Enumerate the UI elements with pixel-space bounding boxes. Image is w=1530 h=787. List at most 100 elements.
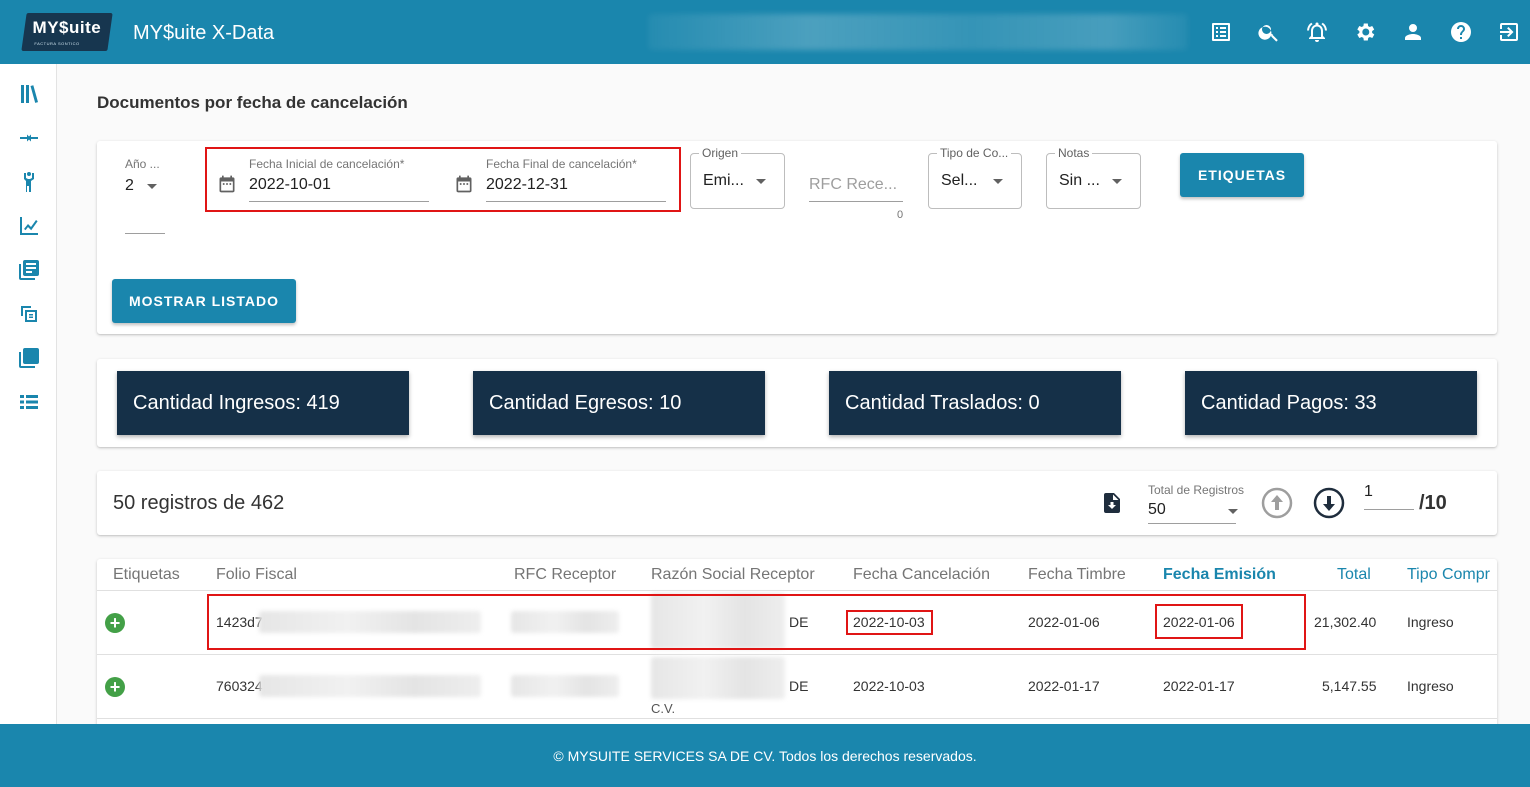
fecha-timbre: 2022-01-17	[1028, 678, 1100, 694]
calendar-icon[interactable]	[454, 174, 474, 194]
notifications-icon[interactable]	[1305, 20, 1329, 44]
origen-value: Emi...	[703, 172, 744, 189]
col-etiquetas[interactable]: Etiquetas	[113, 566, 180, 584]
arrow-up-circle-icon[interactable]	[1261, 487, 1293, 519]
footer-copyright: © MYSUITE SERVICES SA DE CV. Todos los d…	[553, 747, 977, 764]
list-alt-icon[interactable]	[1209, 20, 1233, 44]
end-date-value: 2022-12-31	[486, 176, 568, 193]
chevron-down-icon	[1228, 509, 1238, 514]
redacted-header-info	[648, 14, 1188, 50]
col-fecha-emision[interactable]: Fecha Emisión	[1163, 566, 1276, 584]
redacted-rfc	[511, 611, 619, 633]
logout-icon[interactable]	[1497, 20, 1521, 44]
documents-table: Etiquetas Folio Fiscal RFC Receptor Razó…	[97, 559, 1497, 729]
start-date-field[interactable]: Fecha Inicial de cancelación* 2022-10-01	[217, 155, 429, 203]
col-fecha-cancelacion[interactable]: Fecha Cancelación	[853, 566, 990, 584]
page-number-value: 1	[1364, 483, 1373, 500]
col-fecha-timbre[interactable]: Fecha Timbre	[1028, 566, 1126, 584]
layers-icon[interactable]	[17, 346, 41, 370]
tipo-comprobante-select[interactable]: Tipo de Co... Sel...	[928, 146, 1022, 209]
person-icon[interactable]	[17, 170, 41, 194]
total-registros-value: 50	[1148, 501, 1166, 518]
year-select[interactable]: Año ... 2	[125, 155, 165, 235]
redacted-razon-social	[651, 593, 785, 649]
total-registros-underline	[1148, 523, 1236, 524]
chevron-down-icon	[756, 179, 766, 184]
calendar-icon[interactable]	[217, 174, 237, 194]
chart-icon[interactable]	[17, 214, 41, 238]
documents-icon[interactable]	[17, 258, 41, 282]
end-date-underline	[486, 201, 666, 202]
fecha-timbre: 2022-01-06	[1028, 614, 1100, 630]
arrow-down-circle-icon[interactable]	[1313, 487, 1345, 519]
razon-social-tail: DE	[789, 678, 809, 694]
end-date-field[interactable]: Fecha Final de cancelación* 2022-12-31	[454, 155, 666, 203]
rfc-placeholder: RFC Rece...	[809, 176, 898, 193]
mostrar-listado-button[interactable]: MOSTRAR LISTADO	[112, 279, 296, 323]
redacted-razon-social	[651, 657, 785, 699]
chevron-down-icon	[993, 179, 1003, 184]
logo-subtitle: FACTURA SONTICO	[34, 41, 80, 46]
top-app-bar: MY$uite FACTURA SONTICO MY$uite X-Data	[0, 0, 1530, 64]
copy-icon[interactable]	[17, 302, 41, 326]
folio-fiscal: 1423d7	[216, 614, 263, 630]
fecha-emision: 2022-01-17	[1163, 678, 1235, 694]
razon-social-tail: DE	[789, 614, 809, 630]
settings-icon[interactable]	[1353, 20, 1377, 44]
total-registros-select[interactable]: Total de Registros 50	[1148, 483, 1244, 525]
start-date-value: 2022-10-01	[249, 176, 331, 193]
col-folio-fiscal[interactable]: Folio Fiscal	[216, 566, 297, 584]
list-icon[interactable]	[17, 390, 41, 414]
razon-social-extra: C.V.	[651, 701, 676, 716]
end-date-label: Fecha Final de cancelación*	[486, 157, 637, 171]
year-underline	[125, 233, 165, 234]
page-underline	[1364, 509, 1414, 510]
etiquetas-button[interactable]: ETIQUETAS	[1180, 153, 1304, 197]
rfc-receptor-input[interactable]: RFC Rece... 0	[809, 165, 905, 223]
table-row[interactable]: + 760324 DE C.V. 2022-10-03 2022-01-17 2…	[97, 655, 1497, 718]
account-icon[interactable]	[1401, 20, 1425, 44]
filters-card: Año ... 2 Fecha Inicial de cancelación* …	[97, 141, 1497, 334]
search-icon[interactable]	[1257, 20, 1281, 44]
tipo-label: Tipo de Co...	[937, 146, 1012, 160]
folio-fiscal: 760324	[216, 678, 263, 694]
col-total[interactable]: Total	[1337, 566, 1371, 584]
fecha-cancelacion: 2022-10-03	[853, 614, 925, 630]
table-row[interactable]: + 1423d7 DE 2022-10-03 2022-01-06 2022-0…	[97, 591, 1497, 654]
app-title: MY$uite X-Data	[133, 22, 275, 44]
redacted-folio	[259, 611, 481, 633]
help-icon[interactable]	[1449, 20, 1473, 44]
notas-value: Sin ...	[1059, 172, 1100, 189]
col-rfc-receptor[interactable]: RFC Receptor	[514, 566, 616, 584]
fecha-cancelacion: 2022-10-03	[853, 678, 925, 694]
start-date-underline	[249, 201, 429, 202]
year-value: 2	[125, 177, 134, 194]
rfc-char-counter: 0	[897, 209, 904, 221]
page-number-input[interactable]: 1	[1364, 483, 1414, 511]
tipo-value: Sel...	[941, 172, 978, 189]
export-file-icon[interactable]	[1100, 491, 1124, 515]
total: 5,147.55	[1322, 678, 1377, 694]
stat-egresos: Cantidad Egresos: 10	[473, 371, 765, 435]
add-tag-icon[interactable]: +	[105, 613, 125, 633]
col-tipo-comprobante[interactable]: Tipo Compr	[1407, 566, 1490, 584]
start-date-label: Fecha Inicial de cancelación*	[249, 157, 405, 171]
notas-label: Notas	[1055, 146, 1093, 160]
redacted-folio	[259, 675, 481, 697]
tipo-comprobante: Ingreso	[1407, 614, 1454, 630]
stat-ingresos: Cantidad Ingresos: 419	[117, 371, 409, 435]
chevron-down-icon	[147, 184, 157, 189]
compare-arrows-icon[interactable]	[17, 126, 41, 150]
library-icon[interactable]	[17, 82, 41, 106]
page-total: /10	[1419, 492, 1447, 514]
rfc-underline	[809, 201, 903, 202]
total: 21,302.40	[1314, 614, 1377, 630]
row-divider	[97, 718, 1497, 719]
records-count: 50 registros de 462	[113, 492, 285, 514]
mysuite-logo[interactable]: MY$uite FACTURA SONTICO	[21, 13, 113, 51]
origen-select[interactable]: Origen Emi...	[690, 146, 785, 209]
col-razon-social[interactable]: Razón Social Receptor	[651, 566, 815, 584]
add-tag-icon[interactable]: +	[105, 677, 125, 697]
notas-select[interactable]: Notas Sin ...	[1046, 146, 1141, 209]
logo-text: MY$uite	[32, 18, 102, 37]
